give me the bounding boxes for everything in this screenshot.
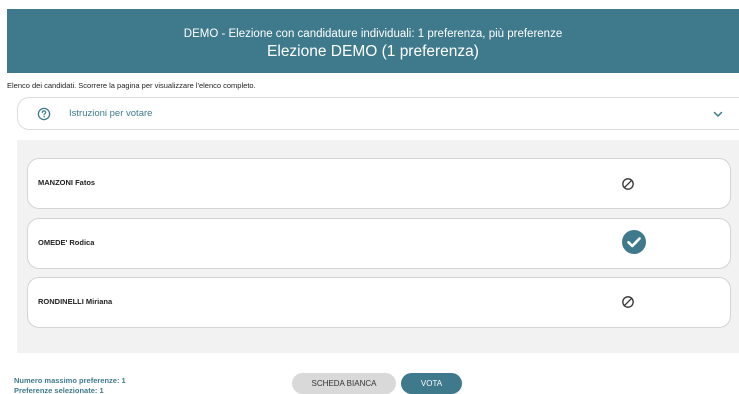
check-circle-icon: [622, 230, 646, 254]
not-selected-icon: [622, 296, 634, 308]
instructions-label: Istruzioni per votare: [69, 108, 153, 119]
candidate-list-intro: Elenco dei candidati. Scorrere la pagina…: [7, 81, 256, 90]
vote-button[interactable]: VOTA: [401, 373, 462, 394]
selected-preferences-text: Preferenze selezionate: 1: [14, 386, 104, 394]
blank-ballot-button[interactable]: SCHEDA BIANCA: [292, 373, 396, 394]
candidate-name: MANZONI Fatos: [38, 178, 96, 187]
election-header: DEMO - Elezione con candidature individu…: [7, 9, 739, 73]
candidate-card-omede[interactable]: OMEDE' Rodica: [27, 218, 731, 269]
candidate-list: MANZONI Fatos OMEDE' Rodica RONDINELLI M…: [17, 140, 739, 353]
question-circle-icon: [37, 107, 51, 121]
voting-instructions-accordion[interactable]: Istruzioni per votare: [17, 97, 739, 130]
election-subtitle: DEMO - Elezione con candidature individu…: [183, 28, 563, 40]
candidate-card-rondinelli[interactable]: RONDINELLI Miriana: [27, 277, 731, 328]
chevron-down-icon[interactable]: [712, 109, 724, 119]
max-preferences-text: Numero massimo preferenze: 1: [14, 376, 126, 385]
candidate-name: RONDINELLI Miriana: [38, 297, 113, 306]
candidate-name: OMEDE' Rodica: [38, 238, 95, 247]
election-title: Elezione DEMO (1 preferenza): [267, 43, 479, 60]
not-selected-icon: [622, 178, 634, 190]
candidate-card-manzoni[interactable]: MANZONI Fatos: [27, 158, 731, 209]
